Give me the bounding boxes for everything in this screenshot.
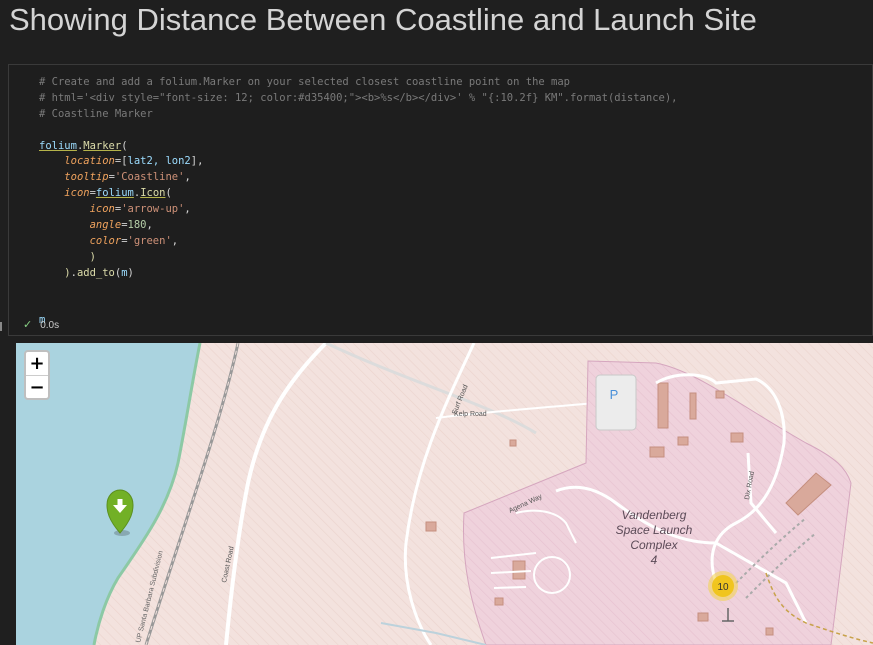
code-line: ).add_to(m)	[64, 266, 134, 279]
building	[677, 436, 689, 446]
code-line: )	[89, 250, 96, 263]
building	[715, 390, 725, 399]
code-editor[interactable]: # Create and add a folium.Marker on your…	[39, 75, 677, 329]
code-line: m	[39, 314, 46, 327]
code-line: # html='<div style="font-size: 12; color…	[39, 91, 678, 104]
code-line: tooltip='Coastline',	[64, 171, 191, 184]
code-line: icon=folium.Icon(	[64, 187, 172, 200]
building	[509, 439, 517, 447]
page-heading: Showing Distance Between Coastline and L…	[9, 2, 757, 37]
building	[657, 382, 669, 429]
code-line: # Coastline Marker	[39, 107, 153, 120]
zoom-in-button[interactable]: +	[26, 352, 48, 376]
run-time: 0.0s	[40, 320, 60, 331]
site-name-line4: 4	[651, 553, 658, 567]
code-cell[interactable]: # Create and add a folium.Marker on your…	[8, 64, 873, 336]
building	[494, 597, 504, 606]
folium-map[interactable]: Surf Road Kelp Road Agena Way Dix Road C…	[16, 343, 873, 645]
code-line: # Create and add a folium.Marker on your…	[39, 76, 571, 88]
code-line: location=[lat2, lon2],	[64, 155, 204, 168]
zoom-control: + −	[24, 350, 50, 400]
kelp-road-label: Kelp Road	[454, 411, 487, 418]
building	[512, 560, 526, 580]
site-name-line3: Complex	[630, 538, 678, 552]
run-status: ✓ 0.0s	[23, 317, 59, 333]
map-tiles[interactable]: Surf Road Kelp Road Agena Way Dix Road C…	[16, 343, 873, 645]
building	[649, 446, 665, 458]
cell-indicator	[0, 322, 2, 331]
building	[730, 432, 744, 443]
code-line: color='green',	[89, 234, 179, 247]
parking-lot	[595, 374, 637, 431]
check-icon: ✓	[23, 319, 33, 331]
site-name-line2: Space Launch	[616, 523, 693, 537]
building	[425, 521, 437, 532]
code-line: folium.Marker(	[39, 139, 128, 152]
building	[765, 627, 774, 636]
code-line: icon='arrow-up',	[89, 203, 191, 216]
building	[697, 612, 709, 622]
cluster-marker[interactable]: 10	[708, 571, 738, 601]
cluster-count: 10	[717, 582, 729, 593]
site-name-line1: Vandenberg	[622, 508, 687, 522]
building	[689, 392, 697, 420]
parking-icon: P	[610, 387, 619, 402]
zoom-out-button[interactable]: −	[26, 376, 48, 399]
code-line: angle=180,	[89, 219, 153, 232]
